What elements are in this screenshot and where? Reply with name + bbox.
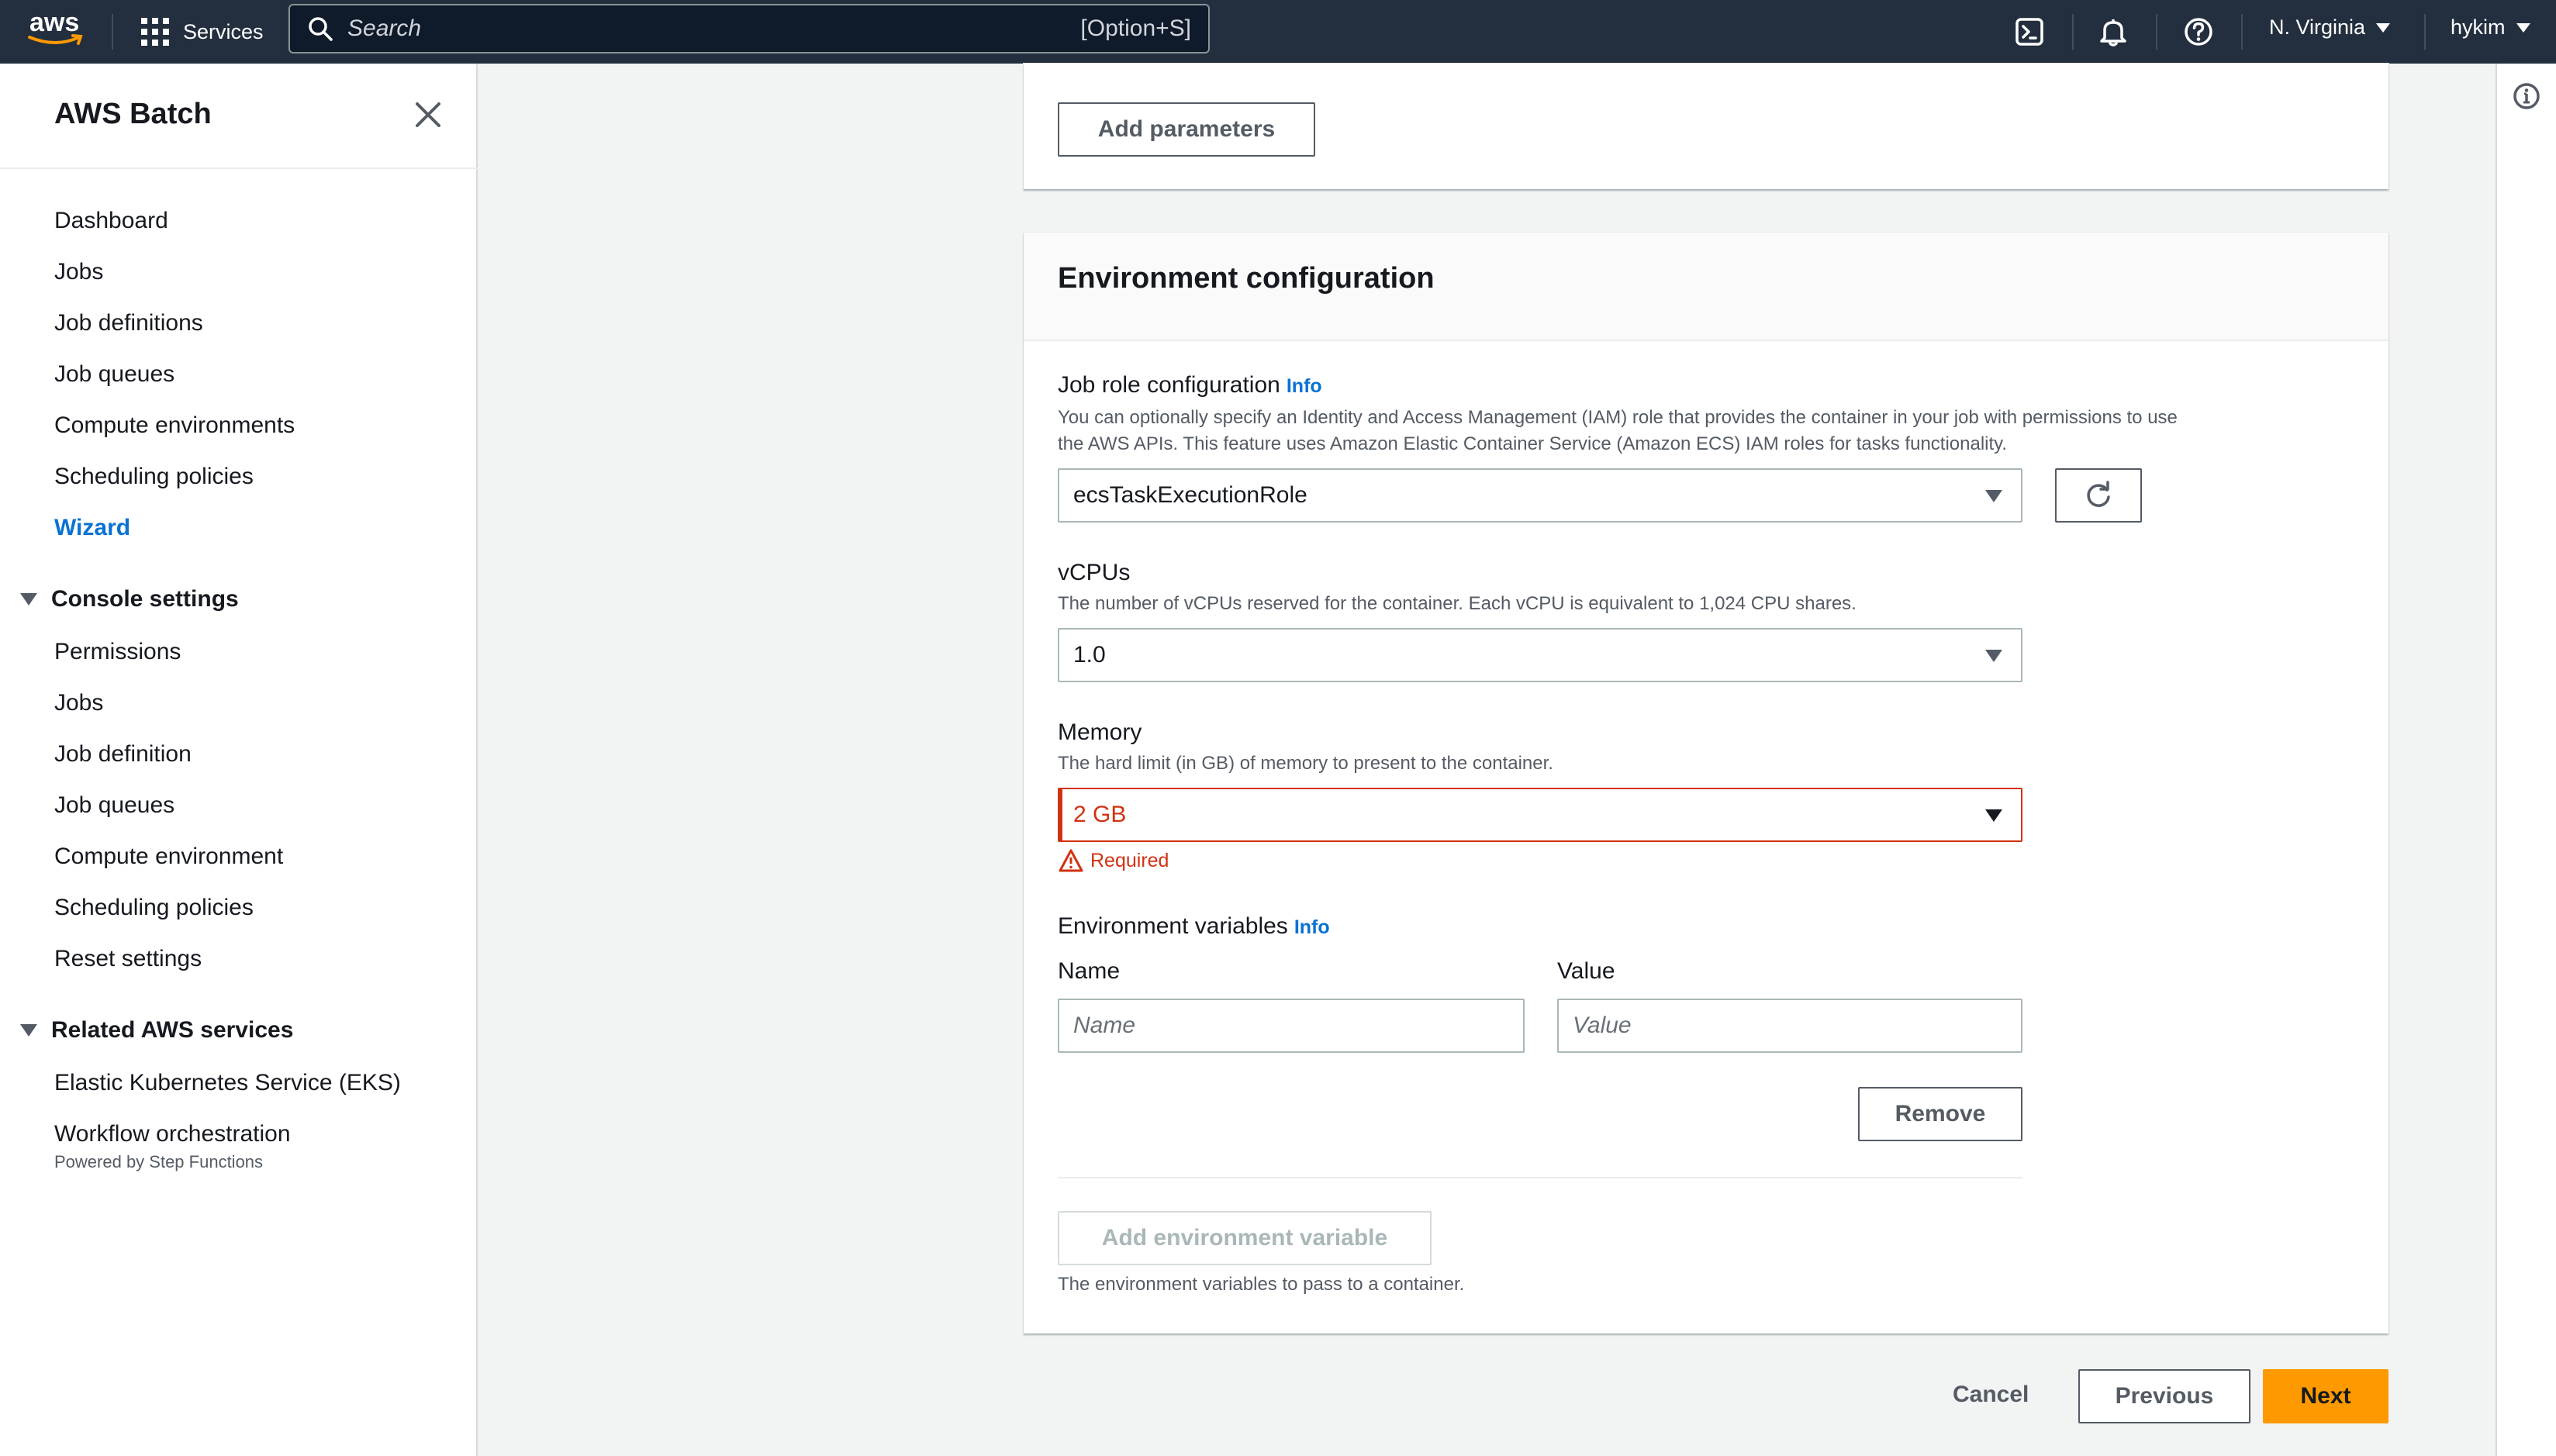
env-var-name-input[interactable] bbox=[1058, 999, 1525, 1053]
sidebar-item-reset-settings[interactable]: Reset settings bbox=[54, 946, 202, 972]
sidebar-item-settings-job-queues[interactable]: Job queues bbox=[54, 792, 174, 819]
aws-smile-icon bbox=[28, 34, 83, 45]
memory-error: Required bbox=[1058, 848, 1169, 873]
cancel-button[interactable]: Cancel bbox=[1953, 1382, 2029, 1408]
memory-error-text: Required bbox=[1090, 849, 1169, 871]
env-vars-label-text: Environment variables bbox=[1058, 913, 1288, 939]
next-button[interactable]: Next bbox=[2263, 1369, 2388, 1423]
caret-down-icon bbox=[2376, 22, 2391, 33]
nav-divider bbox=[2241, 14, 2243, 50]
notifications-bell-icon[interactable] bbox=[2095, 14, 2131, 50]
sidebar-item-settings-job-definition[interactable]: Job definition bbox=[54, 741, 192, 768]
section-label: Console settings bbox=[51, 586, 239, 612]
sidebar-item-job-definitions[interactable]: Job definitions bbox=[54, 310, 203, 336]
close-icon[interactable] bbox=[411, 98, 445, 132]
job-role-label: Job role configuration Info bbox=[1058, 372, 1322, 399]
related-services-section-toggle[interactable]: Related AWS services bbox=[20, 1017, 293, 1044]
job-role-info-link[interactable]: Info bbox=[1287, 375, 1322, 397]
username-label: hykim bbox=[2451, 16, 2506, 39]
job-role-label-text: Job role configuration bbox=[1058, 372, 1280, 398]
memory-select[interactable]: 2 GB bbox=[1058, 788, 2022, 842]
tools-panel-rail bbox=[2496, 64, 2556, 1456]
vcpus-select[interactable]: 1.0 bbox=[1058, 628, 2022, 682]
nav-divider bbox=[2424, 14, 2426, 50]
sidebar-item-dashboard[interactable]: Dashboard bbox=[54, 208, 168, 234]
job-role-description-line: You can optionally specify an Identity a… bbox=[1058, 407, 2178, 428]
top-navigation: aws Services [Option+S] bbox=[0, 0, 2556, 64]
sidebar-title[interactable]: AWS Batch bbox=[54, 98, 212, 131]
nav-divider bbox=[2072, 14, 2074, 50]
caret-down-icon bbox=[20, 593, 37, 606]
region-selector[interactable]: N. Virginia bbox=[2269, 16, 2391, 40]
env-var-value-input[interactable] bbox=[1557, 999, 2022, 1053]
account-menu[interactable]: hykim bbox=[2451, 16, 2530, 40]
add-parameters-button[interactable]: Add parameters bbox=[1058, 102, 1315, 157]
remove-env-var-button[interactable]: Remove bbox=[1858, 1087, 2022, 1141]
env-vars-info-link[interactable]: Info bbox=[1294, 916, 1330, 938]
sidebar-item-workflow-orchestration[interactable]: Workflow orchestration bbox=[54, 1121, 291, 1147]
help-icon[interactable] bbox=[2181, 14, 2216, 50]
vcpus-description: The number of vCPUs reserved for the con… bbox=[1058, 593, 1857, 614]
caret-down-icon bbox=[2516, 22, 2530, 33]
sidebar-item-subtitle: Powered by Step Functions bbox=[54, 1152, 264, 1171]
job-role-description: You can optionally specify an Identity a… bbox=[1058, 405, 2345, 457]
memory-selected-value: 2 GB bbox=[1073, 802, 1127, 827]
panel-header: Environment configuration bbox=[1024, 233, 2388, 341]
caret-down-icon bbox=[1985, 650, 2002, 662]
vcpus-selected-value: 1.0 bbox=[1073, 642, 1106, 668]
env-var-name-label: Name bbox=[1058, 958, 1121, 984]
refresh-roles-button[interactable] bbox=[2055, 468, 2142, 523]
env-vars-hint: The environment variables to pass to a c… bbox=[1058, 1274, 1465, 1295]
caret-down-icon bbox=[1985, 490, 2002, 502]
info-icon[interactable] bbox=[2513, 82, 2540, 110]
env-vars-label: Environment variables Info bbox=[1058, 913, 1330, 940]
sidebar-item-scheduling-policies[interactable]: Scheduling policies bbox=[54, 464, 254, 490]
sidebar-item-wizard[interactable]: Wizard bbox=[54, 515, 130, 541]
job-role-selected-value: ecsTaskExecutionRole bbox=[1073, 482, 1307, 508]
search-shortcut-hint: [Option+S] bbox=[1080, 16, 1191, 41]
memory-description: The hard limit (in GB) of memory to pres… bbox=[1058, 753, 1553, 774]
sidebar-item-permissions[interactable]: Permissions bbox=[54, 639, 181, 665]
previous-button[interactable]: Previous bbox=[2078, 1369, 2250, 1423]
search-icon bbox=[309, 17, 333, 41]
nav-divider bbox=[2156, 14, 2157, 50]
job-role-select[interactable]: ecsTaskExecutionRole bbox=[1058, 468, 2022, 523]
side-navigation: AWS Batch Dashboard Jobs Job definitions… bbox=[0, 64, 478, 1456]
add-env-var-button[interactable]: Add environment variable bbox=[1058, 1211, 1432, 1265]
sidebar-divider bbox=[0, 167, 478, 169]
caret-down-icon bbox=[1985, 809, 2002, 822]
sidebar-item-settings-scheduling-policies[interactable]: Scheduling policies bbox=[54, 895, 254, 921]
sidebar-item-eks[interactable]: Elastic Kubernetes Service (EKS) bbox=[54, 1070, 401, 1096]
search-input[interactable] bbox=[347, 16, 1081, 42]
region-label: N. Virginia bbox=[2269, 16, 2366, 39]
warning-icon bbox=[1059, 849, 1083, 872]
parameters-panel: Add parameters bbox=[1024, 64, 2388, 189]
console-settings-section-toggle[interactable]: Console settings bbox=[20, 586, 239, 612]
cloudshell-icon[interactable] bbox=[2012, 14, 2047, 50]
vcpus-label: vCPUs bbox=[1058, 560, 1131, 585]
sidebar-item-compute-environments[interactable]: Compute environments bbox=[54, 412, 295, 439]
panel-title: Environment configuration bbox=[1058, 262, 1435, 295]
sidebar-item-jobs[interactable]: Jobs bbox=[54, 259, 103, 285]
divider bbox=[1058, 1177, 2022, 1178]
services-grid-icon bbox=[141, 18, 169, 46]
sidebar-item-settings-jobs[interactable]: Jobs bbox=[54, 690, 103, 716]
services-label: Services bbox=[183, 19, 264, 43]
sidebar-item-settings-compute-environment[interactable]: Compute environment bbox=[54, 844, 283, 870]
sidebar-item-job-queues[interactable]: Job queues bbox=[54, 361, 174, 388]
aws-logo[interactable]: aws bbox=[28, 8, 93, 53]
refresh-icon bbox=[2087, 481, 2110, 507]
global-search[interactable]: [Option+S] bbox=[288, 4, 1210, 53]
section-label: Related AWS services bbox=[51, 1017, 294, 1043]
caret-down-icon bbox=[20, 1024, 37, 1037]
services-menu-button[interactable]: Services bbox=[141, 12, 264, 51]
nav-divider bbox=[112, 14, 113, 50]
env-var-value-label: Value bbox=[1557, 958, 1615, 984]
environment-configuration-panel: Environment configuration Job role confi… bbox=[1024, 233, 2388, 1334]
job-role-description-line: the AWS APIs. This feature uses Amazon E… bbox=[1058, 433, 2008, 454]
memory-label: Memory bbox=[1058, 719, 1142, 745]
